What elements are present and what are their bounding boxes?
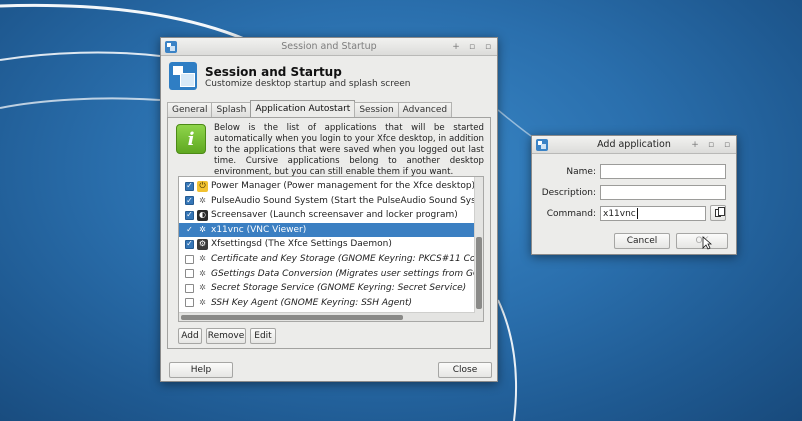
- list-item[interactable]: ✲ Certificate and Key Storage (GNOME Keyr…: [179, 252, 475, 266]
- maximize-icon[interactable]: ▫: [483, 42, 493, 52]
- session-startup-icon: [169, 62, 197, 90]
- list-item-label: SSH Key Agent (GNOME Keyring: SSH Agent): [211, 297, 412, 308]
- edit-button[interactable]: Edit: [250, 328, 276, 344]
- tab-general[interactable]: General: [167, 102, 213, 117]
- autostart-checkbox[interactable]: ✓: [185, 196, 194, 206]
- name-input[interactable]: [600, 164, 726, 179]
- copy-file-icon: [715, 207, 725, 217]
- main-window-title: Session and Startup: [281, 41, 377, 52]
- gear-icon: ✲: [199, 254, 206, 263]
- command-value: x11vnc: [603, 208, 636, 219]
- list-item-label: x11vnc (VNC Viewer): [211, 224, 307, 235]
- list-item-label: PulseAudio Sound System (Start the Pulse…: [211, 195, 475, 206]
- horizontal-scroll-thumb[interactable]: [181, 315, 403, 320]
- gear-icon: ✲: [199, 268, 206, 278]
- description-label: Description:: [541, 188, 596, 198]
- list-item-label: Secret Storage Service (GNOME Keyring: S…: [211, 283, 467, 294]
- list-item[interactable]: ✓ ⚙ Xfsettingsd (The Xfce Settings Daemon): [179, 237, 475, 251]
- session-startup-window: Session and Startup + ▫ ▫ Session and St…: [160, 37, 498, 382]
- browse-button[interactable]: [710, 205, 726, 221]
- list-item-label: GSettings Data Conversion (Migrates user…: [211, 268, 475, 279]
- pin-icon[interactable]: +: [690, 140, 700, 150]
- autostart-checkbox[interactable]: [185, 254, 194, 264]
- autostart-checkbox[interactable]: [185, 269, 194, 279]
- maximize-icon[interactable]: ▫: [722, 140, 732, 150]
- info-icon: i: [176, 124, 206, 154]
- list-vertical-scrollbar[interactable]: [474, 177, 483, 321]
- tab-application-autostart[interactable]: Application Autostart: [250, 100, 356, 117]
- add-dialog-titlebar[interactable]: Add application + ▫ ▫: [532, 136, 736, 154]
- header-subtitle: Customize desktop startup and splash scr…: [205, 79, 411, 89]
- pin-icon[interactable]: +: [451, 42, 461, 52]
- mouse-pointer-icon: [702, 236, 712, 250]
- autostart-checkbox[interactable]: ✓: [185, 210, 194, 220]
- gear-icon: ✲: [199, 297, 206, 307]
- autostart-list[interactable]: ✲ SSH Key Agent (GNOME Keyring: SSH Agent…: [178, 176, 484, 322]
- gear-icon: ✲: [199, 195, 206, 205]
- add-button[interactable]: Add: [178, 328, 202, 344]
- tab-advanced[interactable]: Advanced: [397, 102, 453, 117]
- tab-splash[interactable]: Splash: [211, 102, 252, 117]
- list-item[interactable]: ✓ ✲ x11vnc (VNC Viewer): [179, 222, 475, 237]
- list-item[interactable]: ✓ ◐ Screensaver (Launch screensaver and lo…: [179, 208, 475, 222]
- autostart-checkbox[interactable]: [185, 298, 194, 308]
- list-item[interactable]: ✲ GSettings Data Conversion (Migrates use…: [179, 267, 475, 281]
- list-item-label: Xfsettingsd (The Xfce Settings Daemon): [211, 239, 392, 250]
- autostart-checkbox[interactable]: ✓: [185, 225, 194, 234]
- tab-bar: General Splash Application Autostart Ses…: [167, 100, 453, 117]
- command-input[interactable]: x11vnc: [600, 206, 706, 221]
- gear-icon: ✲: [199, 283, 206, 293]
- text-caret: [636, 208, 638, 219]
- autostart-checkbox[interactable]: [185, 283, 194, 293]
- close-button[interactable]: Close: [438, 362, 492, 378]
- tab-session[interactable]: Session: [354, 102, 399, 117]
- help-button[interactable]: Help: [169, 362, 233, 378]
- autostart-checkbox[interactable]: ✓: [185, 181, 194, 191]
- settings-icon: ⚙: [197, 238, 208, 250]
- list-horizontal-scrollbar[interactable]: [179, 312, 475, 321]
- screensaver-icon: ◐: [197, 209, 208, 221]
- command-label: Command:: [546, 209, 596, 219]
- autostart-panel: i Below is the list of applications that…: [167, 117, 491, 349]
- name-label: Name:: [566, 167, 596, 177]
- list-item[interactable]: ✲ SSH Key Agent (GNOME Keyring: SSH Agent…: [179, 296, 475, 310]
- gear-icon: ✲: [199, 224, 206, 234]
- add-dialog-app-icon[interactable]: [536, 138, 548, 151]
- list-item[interactable]: ✓ ⏻ Power Manager (Power management for th…: [179, 179, 475, 193]
- info-text: Below is the list of applications that w…: [214, 123, 484, 177]
- power-icon: ⏻: [197, 180, 208, 192]
- session-startup-app-icon[interactable]: [165, 40, 177, 53]
- autostart-checkbox[interactable]: ✓: [185, 239, 194, 249]
- list-item[interactable]: ✲ Secret Storage Service (GNOME Keyring: …: [179, 281, 475, 295]
- vertical-scroll-thumb[interactable]: [476, 237, 482, 309]
- list-item-label: Certificate and Key Storage (GNOME Keyri…: [211, 254, 475, 264]
- minimize-icon[interactable]: ▫: [706, 140, 716, 150]
- minimize-icon[interactable]: ▫: [467, 42, 477, 52]
- list-item[interactable]: ✓ ✲ PulseAudio Sound System (Start the Pul…: [179, 194, 475, 208]
- cancel-button[interactable]: Cancel: [614, 233, 670, 249]
- main-titlebar[interactable]: Session and Startup + ▫ ▫: [161, 38, 497, 56]
- list-item-label: Power Manager (Power management for the …: [211, 181, 475, 191]
- list-item-label: Screensaver (Launch screensaver and lock…: [211, 210, 458, 221]
- description-input[interactable]: [600, 185, 726, 200]
- header-title: Session and Startup: [205, 65, 342, 79]
- remove-button[interactable]: Remove: [206, 328, 246, 344]
